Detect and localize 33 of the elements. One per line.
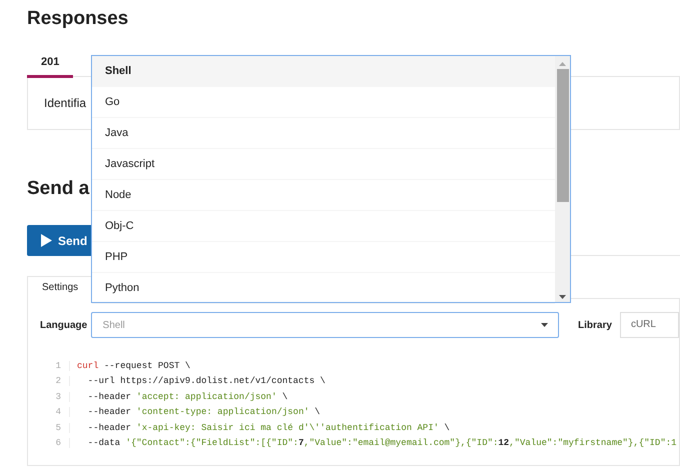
language-option[interactable]: Node [92,180,555,211]
code-line: curl --request POST \ [77,360,190,371]
language-option[interactable]: Python [92,273,555,304]
line-number: 5 [40,422,70,433]
code-line: --data '{"Contact":{"FieldList":[{"ID":7,"Value":"email@myemail.com"},{"ID":12,"Value":"myfirstname"},{"ID":1 [86,438,677,448]
language-option[interactable]: PHP [92,242,555,273]
language-label: Language [40,320,88,330]
line-number: 6 [40,438,70,448]
line-number: 3 [40,392,70,402]
status-tab[interactable]: 201 [27,49,74,78]
code-line: --header 'x-api-key: Saisir ici ma clé d'\''authentification API' \ [86,422,450,433]
line-number: 1 [40,360,70,371]
language-option[interactable]: Java [92,118,555,149]
scrollbar[interactable] [555,56,570,302]
caret-icon [541,323,548,327]
language-option[interactable]: Obj-C [92,211,555,242]
language-option[interactable]: Shell [92,56,555,87]
line-number: 2 [40,376,70,386]
scroll-up-icon[interactable] [559,62,566,66]
language-option[interactable]: Javascript [92,149,555,180]
code-line: --header 'content-type: application/json' \ [86,407,320,418]
code-line: --header 'accept: application/json' \ [86,392,288,402]
scroll-down-icon[interactable] [559,295,566,299]
response-description: Identifia [44,96,86,110]
section-title: Responses [27,7,128,31]
settings-tab[interactable]: Settings [27,276,94,299]
section-title: Send a [27,177,90,201]
code-line: --url https://apiv9.dolist.net/v1/contacts \ [86,376,326,386]
language-option[interactable]: Go [92,87,555,118]
library-label: Library [578,320,612,330]
play-icon [41,234,52,247]
line-number: 4 [40,407,70,418]
library-select[interactable]: cURL [620,312,679,338]
